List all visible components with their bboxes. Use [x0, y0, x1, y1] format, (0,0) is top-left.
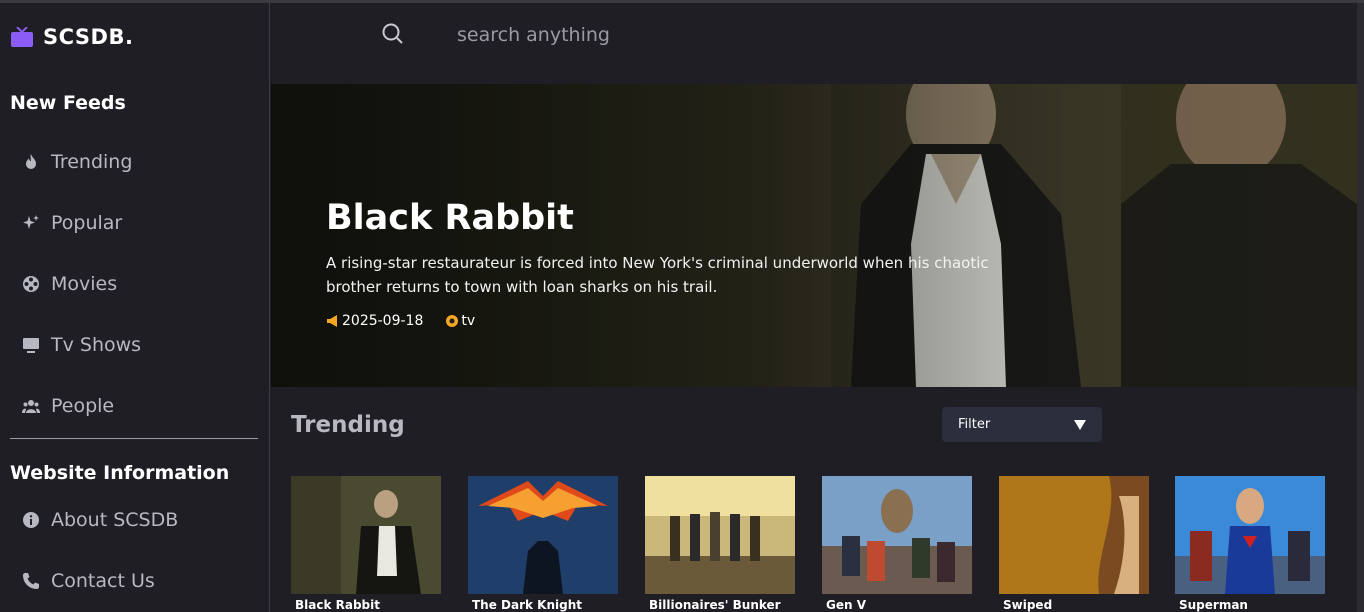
trending-card[interactable]: Billionaires' Bunker: [645, 476, 795, 612]
people-icon: [22, 397, 40, 415]
sidebar-item-about[interactable]: About SCSDB: [22, 509, 178, 531]
sidebar-item-label: About SCSDB: [51, 509, 179, 531]
sidebar-item-label: Trending: [51, 151, 133, 173]
sidebar-item-contact[interactable]: Contact Us: [22, 570, 155, 592]
sidebar-item-movies[interactable]: Movies: [22, 273, 117, 295]
trending-card[interactable]: Superman: [1175, 476, 1325, 612]
filter-dropdown[interactable]: Filter: [942, 407, 1102, 442]
card-poster: [468, 476, 618, 594]
hero-title: Black Rabbit: [326, 198, 574, 238]
sidebar-item-label: Popular: [51, 212, 123, 234]
card-title: The Dark Knight: [472, 598, 583, 612]
phone-icon: [22, 572, 40, 590]
filter-label: Filter: [958, 417, 991, 432]
hero-banner[interactable]: Black Rabbit A rising-star restaurateur …: [271, 84, 1357, 387]
tv-logo-icon: [11, 27, 33, 47]
film-reel-icon: [22, 275, 40, 293]
trending-card[interactable]: Gen V: [822, 476, 972, 612]
card-poster: [999, 476, 1149, 594]
sidebar-item-label: People: [51, 395, 115, 417]
megaphone-icon: [327, 315, 337, 327]
dropdown-arrow-icon: [1074, 419, 1086, 430]
section-title-new-feeds: New Feeds: [10, 92, 126, 114]
scrollbar[interactable]: [1357, 3, 1364, 612]
sidebar: SCSDB. New Feeds Trending Popular Movies…: [0, 3, 270, 612]
hero-media-type-text: tv: [461, 313, 476, 329]
sidebar-item-label: Tv Shows: [51, 334, 142, 356]
sidebar-item-trending[interactable]: Trending: [22, 151, 132, 173]
card-poster: [1175, 476, 1325, 594]
media-type-icon: [446, 315, 459, 327]
card-title: Black Rabbit: [295, 598, 380, 612]
search-input[interactable]: [457, 19, 957, 51]
sidebar-item-people[interactable]: People: [22, 395, 114, 417]
app-name: SCSDB.: [43, 25, 134, 49]
tv-icon: [22, 336, 40, 354]
section-title-website-info: Website Information: [10, 462, 230, 484]
sidebar-divider: [10, 438, 258, 439]
hero-meta: 2025-09-18 tv: [326, 313, 497, 329]
hero-release-date: 2025-09-18: [326, 313, 423, 329]
card-title: Swiped: [1003, 598, 1053, 612]
search-icon[interactable]: [381, 22, 405, 46]
hero-description: A rising-star restaurateur is forced int…: [326, 254, 989, 296]
trending-card[interactable]: Swiped: [999, 476, 1149, 612]
hero-media-type: tv: [445, 313, 475, 329]
sidebar-item-tv-shows[interactable]: Tv Shows: [22, 334, 141, 356]
logo[interactable]: SCSDB.: [11, 25, 133, 49]
sidebar-item-label: Movies: [51, 273, 118, 295]
sparkle-icon: [22, 214, 40, 232]
sidebar-item-popular[interactable]: Popular: [22, 212, 122, 234]
trending-card[interactable]: Black Rabbit: [291, 476, 441, 612]
sidebar-item-label: Contact Us: [51, 570, 155, 592]
card-title: Superman: [1179, 598, 1248, 612]
flame-icon: [22, 153, 40, 171]
card-poster: [645, 476, 795, 594]
card-title: Billionaires' Bunker: [649, 598, 781, 612]
card-poster: [822, 476, 972, 594]
card-poster: [291, 476, 441, 594]
trending-heading: Trending: [291, 412, 405, 438]
trending-card[interactable]: The Dark Knight: [468, 476, 618, 612]
card-title: Gen V: [826, 598, 866, 612]
info-icon: [22, 511, 40, 529]
hero-date-text: 2025-09-18: [342, 313, 424, 329]
